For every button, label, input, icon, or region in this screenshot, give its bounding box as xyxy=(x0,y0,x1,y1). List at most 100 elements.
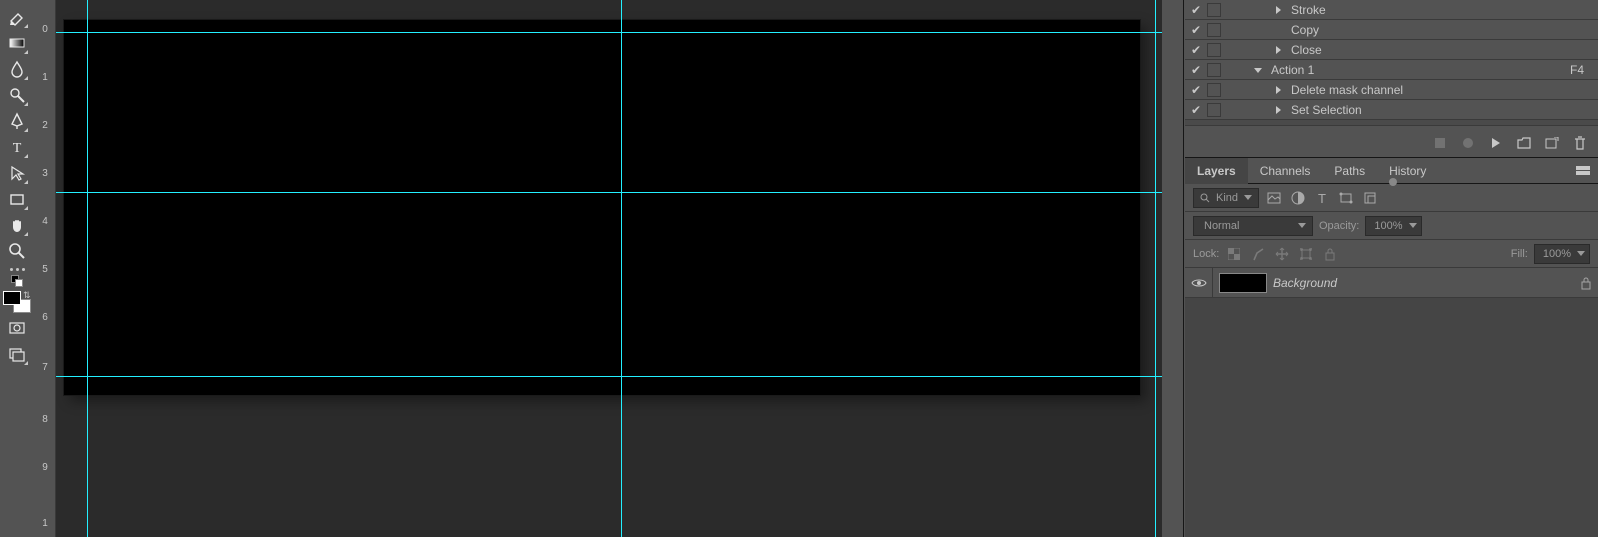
ruler-mark: 9 xyxy=(38,462,52,473)
chevron-right-icon[interactable] xyxy=(1271,6,1285,14)
ruler-mark: 8 xyxy=(38,414,52,425)
document-viewport[interactable] xyxy=(56,0,1162,537)
lock-label: Lock: xyxy=(1193,248,1219,260)
lock-pixels-icon[interactable] xyxy=(1249,245,1267,263)
toggle-box[interactable] xyxy=(1207,103,1221,117)
swap-colors-icon[interactable]: ⇅ xyxy=(23,291,31,299)
check-icon[interactable]: ✔ xyxy=(1189,23,1203,37)
layer-thumbnail[interactable] xyxy=(1219,273,1267,293)
tab-paths[interactable]: Paths xyxy=(1322,158,1377,184)
new-set-icon[interactable] xyxy=(1516,135,1532,151)
lock-all-icon[interactable] xyxy=(1321,245,1339,263)
filter-shape-icon[interactable] xyxy=(1337,189,1355,207)
path-selection-tool[interactable] xyxy=(4,160,30,186)
filter-adjustment-icon[interactable] xyxy=(1289,189,1307,207)
trash-icon[interactable] xyxy=(1572,135,1588,151)
action-label: Set Selection xyxy=(1291,103,1598,117)
dodge-tool[interactable] xyxy=(4,82,30,108)
lock-position-icon[interactable] xyxy=(1273,245,1291,263)
action-row[interactable]: ✔ Close xyxy=(1185,40,1598,60)
pen-tool[interactable] xyxy=(4,108,30,134)
action-row[interactable]: ✔ Delete mask channel xyxy=(1185,80,1598,100)
record-icon[interactable] xyxy=(1460,135,1476,151)
quick-mask-tool[interactable] xyxy=(4,315,30,341)
chevron-right-icon[interactable] xyxy=(1271,86,1285,94)
default-colors-icon[interactable] xyxy=(11,275,23,287)
opacity-input[interactable]: 100% xyxy=(1365,216,1421,236)
toggle-box[interactable] xyxy=(1207,63,1221,77)
action-row[interactable]: ✔ Stroke xyxy=(1185,0,1598,20)
canvas-area: 0 1 2 3 4 5 6 7 8 9 1 xyxy=(34,0,1162,537)
action-row[interactable]: ✔ Copy xyxy=(1185,20,1598,40)
check-icon[interactable]: ✔ xyxy=(1189,103,1203,117)
zoom-tool[interactable] xyxy=(4,238,30,264)
toggle-box[interactable] xyxy=(1207,83,1221,97)
lock-icon[interactable] xyxy=(1574,276,1598,290)
play-icon[interactable] xyxy=(1488,135,1504,151)
filter-smart-icon[interactable] xyxy=(1361,189,1379,207)
check-icon[interactable]: ✔ xyxy=(1189,3,1203,17)
rectangle-tool[interactable] xyxy=(4,186,30,212)
toggle-box[interactable] xyxy=(1207,3,1221,17)
hand-tool[interactable] xyxy=(4,212,30,238)
check-icon[interactable]: ✔ xyxy=(1189,83,1203,97)
panel-menu-icon[interactable] xyxy=(1568,166,1598,176)
tab-layers[interactable]: Layers xyxy=(1185,158,1248,184)
eraser-tool[interactable] xyxy=(4,4,30,30)
action-label: Delete mask channel xyxy=(1291,83,1598,97)
fill-input[interactable]: 100% xyxy=(1534,244,1590,264)
action-row[interactable]: ✔ Set Selection xyxy=(1185,100,1598,120)
guide-horizontal[interactable] xyxy=(56,32,1162,33)
right-panel-group: ✔ Stroke ✔ Copy ✔ Close ✔ Action 1 F4 ✔ … xyxy=(1162,0,1598,537)
chevron-right-icon[interactable] xyxy=(1271,106,1285,114)
guide-vertical[interactable] xyxy=(87,0,88,537)
type-tool[interactable]: T xyxy=(4,134,30,160)
blend-row: Normal Opacity: 100% xyxy=(1185,212,1598,240)
layer-list[interactable]: Background xyxy=(1185,268,1598,537)
screen-mode-tool[interactable] xyxy=(4,341,30,367)
filter-kind-select[interactable]: Kind xyxy=(1193,188,1259,208)
visibility-toggle[interactable] xyxy=(1185,268,1213,298)
actions-scrollbar[interactable] xyxy=(1185,120,1598,126)
svg-text:T: T xyxy=(1318,191,1326,205)
gradient-tool[interactable] xyxy=(4,30,30,56)
filter-type-icon[interactable]: T xyxy=(1313,189,1331,207)
tools-toolbar: T ⇅ xyxy=(0,0,34,537)
color-swatch[interactable]: ⇅ xyxy=(3,291,31,313)
lock-artboard-icon[interactable] xyxy=(1297,245,1315,263)
ruler-mark: 7 xyxy=(38,362,52,373)
edit-toolbar-icon[interactable] xyxy=(10,268,25,271)
lock-transparent-icon[interactable] xyxy=(1225,245,1243,263)
toggle-box[interactable] xyxy=(1207,23,1221,37)
stop-icon[interactable] xyxy=(1432,135,1448,151)
layer-item-background[interactable]: Background xyxy=(1185,268,1598,298)
ruler-mark: 3 xyxy=(38,168,52,179)
actions-panel: ✔ Stroke ✔ Copy ✔ Close ✔ Action 1 F4 ✔ … xyxy=(1185,0,1598,158)
tab-history[interactable]: History xyxy=(1377,158,1438,184)
document-canvas[interactable] xyxy=(64,20,1140,395)
ruler-mark: 2 xyxy=(38,120,52,131)
layer-filter-row: Kind T xyxy=(1185,184,1598,212)
ruler-mark: 1 xyxy=(38,518,52,529)
chevron-right-icon[interactable] xyxy=(1271,46,1285,54)
layer-name-label[interactable]: Background xyxy=(1273,276,1574,290)
new-action-icon[interactable] xyxy=(1544,135,1560,151)
tab-channels[interactable]: Channels xyxy=(1248,158,1323,184)
guide-horizontal[interactable] xyxy=(56,192,1162,193)
check-icon[interactable]: ✔ xyxy=(1189,43,1203,57)
guide-horizontal[interactable] xyxy=(56,376,1162,377)
guide-vertical[interactable] xyxy=(1155,0,1156,537)
action-shortcut: F4 xyxy=(1570,63,1598,77)
check-icon[interactable]: ✔ xyxy=(1189,63,1203,77)
opacity-label: Opacity: xyxy=(1319,220,1359,232)
toggle-box[interactable] xyxy=(1207,43,1221,57)
action-row[interactable]: ✔ Action 1 F4 xyxy=(1185,60,1598,80)
blur-tool[interactable] xyxy=(4,56,30,82)
chevron-down-icon[interactable] xyxy=(1251,66,1265,74)
guide-vertical[interactable] xyxy=(621,0,622,537)
vertical-ruler[interactable]: 0 1 2 3 4 5 6 7 8 9 1 xyxy=(34,0,56,537)
actions-button-bar xyxy=(1432,129,1594,157)
filter-pixel-icon[interactable] xyxy=(1265,189,1283,207)
filter-toggle[interactable] xyxy=(1389,178,1397,186)
blend-mode-select[interactable]: Normal xyxy=(1193,216,1313,236)
